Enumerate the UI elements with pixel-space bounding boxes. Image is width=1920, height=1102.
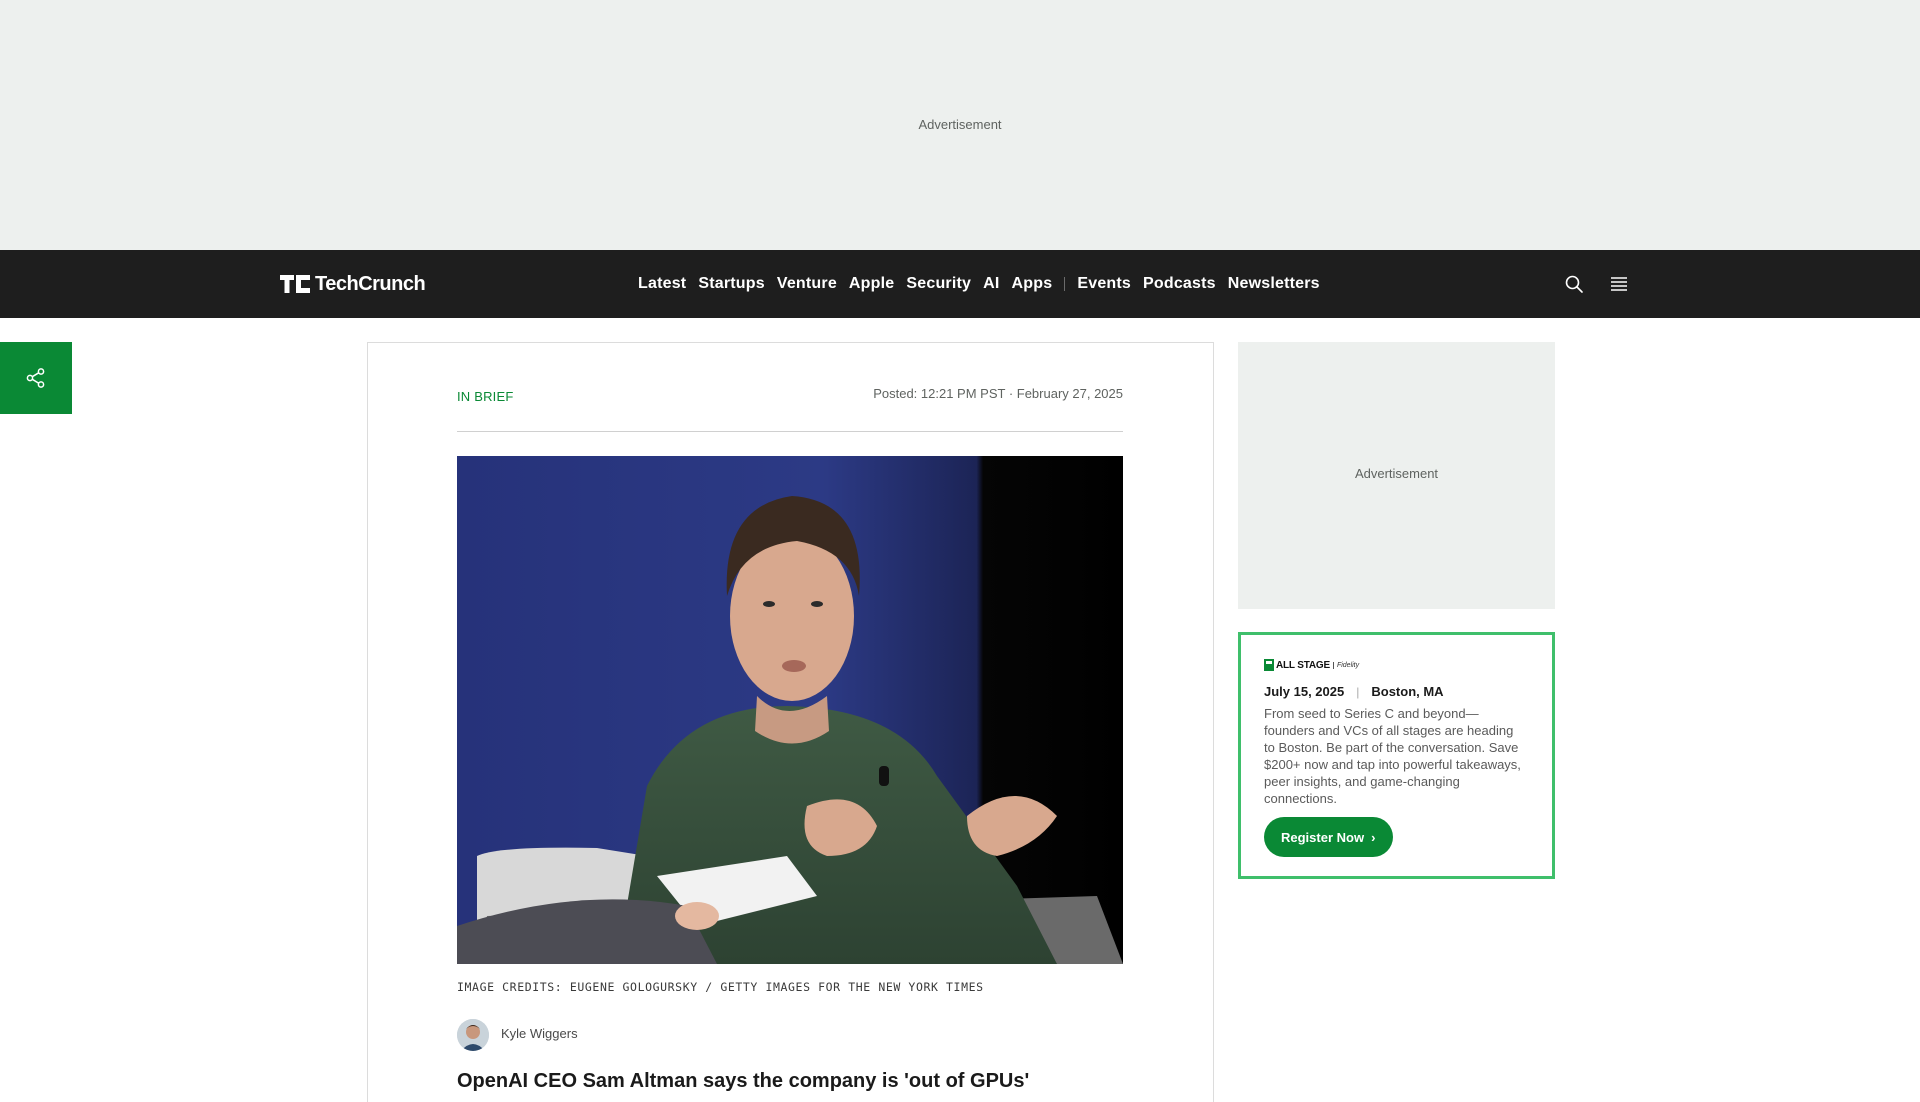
search-icon[interactable] xyxy=(1563,273,1585,295)
all-stage-logo: ALL STAGE Fidelity xyxy=(1264,659,1359,671)
advertisement-label: Advertisement xyxy=(918,117,1002,132)
promo-meta-separator: | xyxy=(1356,684,1360,699)
promo-date: July 15, 2025 xyxy=(1264,684,1345,699)
navbar: TechCrunch Latest Startups Venture Apple… xyxy=(0,250,1920,318)
advertisement-label: Advertisement xyxy=(1354,466,1439,481)
promo-meta: July 15, 2025 | Boston, MA xyxy=(1264,684,1444,699)
main-nav: Latest Startups Venture Apple Security A… xyxy=(638,250,1332,318)
nav-security[interactable]: Security xyxy=(906,275,971,293)
all-stage-logo-mark-icon xyxy=(1264,659,1274,671)
hero-photo xyxy=(457,456,1123,964)
register-now-button[interactable]: Register Now › xyxy=(1264,817,1394,857)
logo-text: TechCrunch xyxy=(315,272,426,295)
promo-description: From seed to Series C and beyond—founder… xyxy=(1264,706,1521,806)
nav-apps[interactable]: Apps xyxy=(1012,275,1053,293)
nav-events[interactable]: Events xyxy=(1077,275,1131,293)
posted-timestamp: Posted: 12:21 PM PST · February 27, 2025 xyxy=(873,386,1123,401)
top-advertisement: Advertisement xyxy=(0,0,1920,250)
chevron-right-icon: › xyxy=(1371,829,1376,845)
promo-logo-text: ALL STAGE xyxy=(1276,659,1330,671)
nav-divider xyxy=(1064,277,1066,291)
sidebar-advertisement: Advertisement xyxy=(1238,342,1555,609)
hamburger-menu-icon[interactable] xyxy=(1608,273,1630,295)
nav-startups[interactable]: Startups xyxy=(698,275,765,293)
event-promo-card: ALL STAGE Fidelity July 15, 2025 | Bosto… xyxy=(1238,632,1555,879)
nav-latest[interactable]: Latest xyxy=(638,275,686,293)
header-divider xyxy=(457,431,1123,432)
article-hero-image xyxy=(457,456,1123,964)
techcrunch-logo-mark-icon xyxy=(280,275,310,293)
share-button[interactable] xyxy=(0,342,72,414)
author-avatar-image xyxy=(457,1019,489,1051)
image-credits: IMAGE CREDITS: EUGENE GOLOGURSKY / GETTY… xyxy=(457,980,984,994)
author-name[interactable]: Kyle Wiggers xyxy=(501,1026,578,1041)
nav-venture[interactable]: Venture xyxy=(777,275,837,293)
promo-sponsor-text: Fidelity xyxy=(1332,661,1359,669)
promo-location: Boston, MA xyxy=(1371,684,1444,699)
share-icon xyxy=(26,368,45,388)
techcrunch-logo[interactable]: TechCrunch xyxy=(280,272,426,296)
article-headline: OpenAI CEO Sam Altman says the company i… xyxy=(457,1070,1030,1092)
author-avatar[interactable] xyxy=(457,1019,489,1051)
nav-podcasts[interactable]: Podcasts xyxy=(1143,275,1216,293)
article-kicker[interactable]: IN BRIEF xyxy=(457,389,514,404)
nav-newsletters[interactable]: Newsletters xyxy=(1228,275,1320,293)
nav-apple[interactable]: Apple xyxy=(849,275,894,293)
register-now-label: Register Now xyxy=(1281,829,1365,845)
nav-ai[interactable]: AI xyxy=(983,275,999,293)
